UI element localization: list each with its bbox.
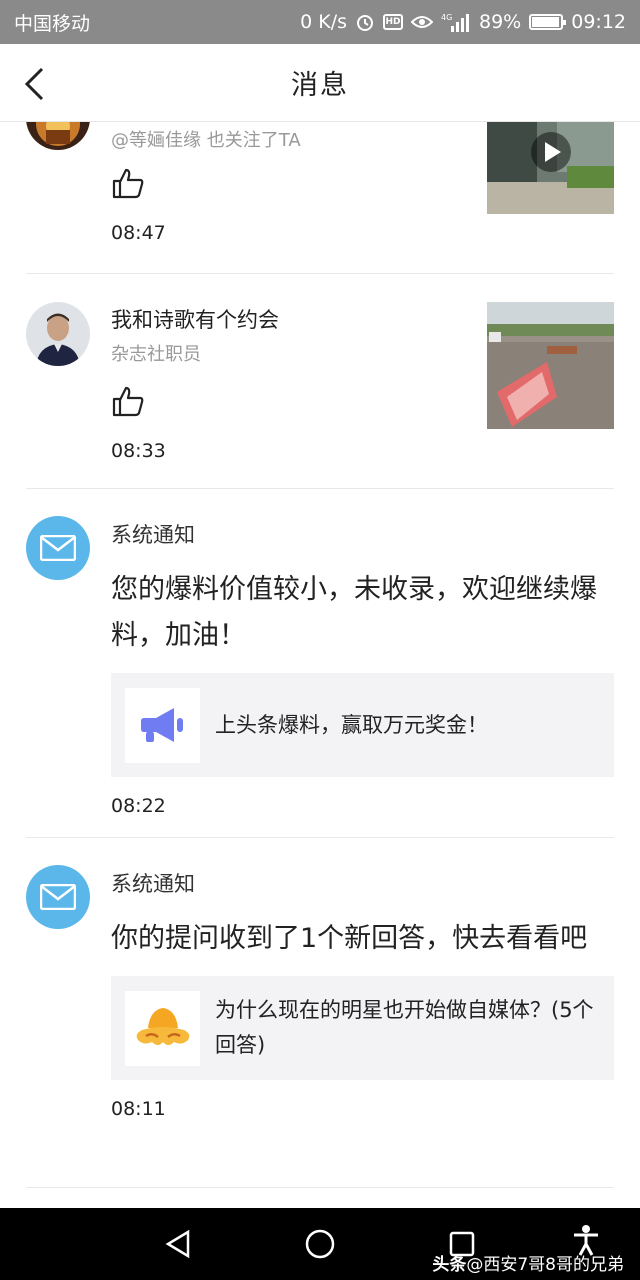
carrier-label: 中国移动	[14, 12, 91, 35]
system-message: 您的爆料价值较小，未收录，欢迎继续爆料，加油！	[111, 574, 597, 651]
eye-icon	[411, 14, 433, 30]
home-nav-button[interactable]	[302, 1226, 338, 1262]
mail-icon	[40, 884, 76, 910]
list-item[interactable]: @等婳佳缘 也关注了TA 08:47	[26, 122, 614, 274]
system-nav-bar: 头条@西安7哥8哥的兄弟	[0, 1208, 640, 1280]
avatar[interactable]	[26, 302, 90, 366]
watermark: 头条@西安7哥8哥的兄弟	[432, 1250, 624, 1275]
network-speed: 0 K/s	[300, 11, 347, 33]
item-time: 08:47	[111, 222, 166, 244]
post-thumbnail[interactable]	[487, 302, 614, 429]
item-time: 08:11	[111, 1098, 166, 1120]
item-name: 系统通知	[111, 523, 195, 547]
question-card[interactable]: 为什么现在的明星也开始做自媒体？(5个回答)	[111, 976, 614, 1080]
promo-card[interactable]: 上头条爆料，赢取万元奖金！	[111, 673, 614, 777]
page-title: 消息	[291, 70, 349, 101]
watermark-handle: @西安7哥8哥的兄弟	[466, 1255, 624, 1275]
message-list[interactable]: @等婳佳缘 也关注了TA 08:47 我和诗歌有个约会 杂志社职员 08:33 …	[0, 122, 640, 1208]
mail-avatar	[26, 865, 90, 929]
mail-avatar	[26, 516, 90, 580]
nav-bar: 消息	[0, 44, 640, 122]
system-message: 你的提问收到了1个新回答，快去看看吧	[111, 923, 588, 954]
chevron-left-icon	[24, 67, 44, 101]
triangle-back-icon	[165, 1229, 190, 1259]
watermark-brand: 头条	[432, 1255, 467, 1275]
battery-percent: 89%	[479, 11, 522, 33]
alarm-icon	[355, 12, 375, 32]
card-text: 上头条爆料，赢取万元奖金！	[215, 712, 488, 737]
item-time: 08:22	[111, 795, 166, 817]
battery-icon	[529, 14, 567, 30]
back-nav-button[interactable]	[160, 1226, 196, 1262]
status-bar: 中国移动 0 K/s HD 4G 89% 09:12	[0, 0, 640, 44]
list-item[interactable]: 系统通知 您的爆料价值较小，未收录，欢迎继续爆料，加油！ 上头条爆料，赢取万元奖…	[26, 489, 614, 838]
wukong-cloud-icon	[125, 990, 200, 1066]
list-item[interactable]: 系统通知 你的提问收到了1个新回答，快去看看吧 为什么现在的明星也开始做自媒体？…	[26, 838, 614, 1188]
megaphone-icon	[125, 687, 200, 763]
circle-home-icon	[305, 1229, 335, 1259]
hd-icon: HD	[383, 14, 403, 30]
avatar[interactable]	[26, 122, 90, 150]
network-type: 4G	[441, 13, 452, 22]
card-text: 为什么现在的明星也开始做自媒体？(5个回答)	[215, 998, 594, 1057]
signal-icon: 4G	[441, 12, 471, 32]
list-item[interactable]: 我和诗歌有个约会 杂志社职员 08:33	[26, 274, 614, 489]
mail-icon	[40, 535, 76, 561]
item-time: 08:33	[111, 440, 166, 462]
video-thumbnail[interactable]	[487, 122, 614, 214]
item-name: 系统通知	[111, 872, 195, 896]
clock: 09:12	[571, 11, 626, 33]
back-button[interactable]	[22, 64, 58, 104]
